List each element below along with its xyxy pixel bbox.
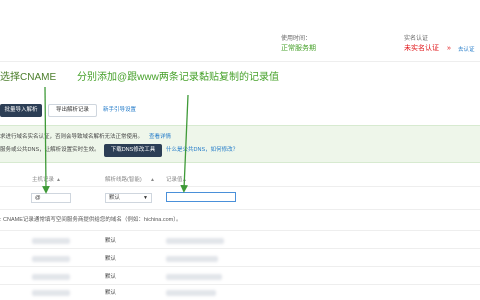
public-dns-link[interactable]: 什么是公共DNS，如何修改？ xyxy=(166,146,238,154)
batch-import-button[interactable]: 批量导入解析 xyxy=(0,104,42,117)
row-line: 默认 xyxy=(105,256,117,262)
download-dns-tool-button[interactable]: 下载DNS修改工具 xyxy=(104,144,162,157)
sort-icon[interactable]: ▲ xyxy=(56,176,61,184)
blurred-value xyxy=(166,256,218,262)
blurred-value xyxy=(166,290,216,296)
col-value-header: 记录值 xyxy=(166,177,183,183)
host-record-input[interactable]: @ xyxy=(31,193,71,203)
sort-icon[interactable]: ▲ xyxy=(182,176,187,184)
row-line: 默认 xyxy=(105,238,117,244)
cname-heading: 选择CNAME xyxy=(0,72,57,83)
line-select[interactable]: 默认 ▼ xyxy=(105,193,152,203)
paste-instruction: 黏贴复制的记录值 xyxy=(199,72,279,83)
blurred-host xyxy=(32,274,70,280)
notice-line-1: 求进行域名实名认证，否则会导致域名解析无法正常使用。 xyxy=(0,134,144,140)
use-time-value: 正常服务期 xyxy=(281,45,316,52)
chevron-down-icon: ▼ xyxy=(143,195,148,201)
blurred-host xyxy=(32,290,70,296)
notice-box xyxy=(0,125,480,163)
real-name-label: 实名认证 xyxy=(404,36,429,42)
blurred-value xyxy=(166,274,222,280)
use-time-label: 使用时间： xyxy=(281,36,312,42)
blurred-host xyxy=(32,256,70,262)
new-guide-link[interactable]: 新手引导设置 xyxy=(103,106,136,114)
go-verify-link[interactable]: 去认证 xyxy=(458,46,475,54)
notice-line-2: 服务或公共DNS，让解析设置实时生效。 xyxy=(0,147,100,153)
row-line: 默认 xyxy=(105,290,117,296)
record-value-input[interactable] xyxy=(166,192,236,202)
real-name-value: 未实名认证 xyxy=(404,45,439,52)
notice-details-link[interactable]: 查看详情 xyxy=(149,133,171,141)
cname-hint: : CNAME记录通常填写空间服务商提供给您的域名（例如：hichina.com… xyxy=(0,217,182,223)
blurred-host xyxy=(32,238,70,244)
export-records-button[interactable]: 导出解析记录 xyxy=(48,104,97,117)
real-name-arrow-icon: » xyxy=(447,45,451,52)
line-select-value: 默认 xyxy=(109,195,121,201)
row-line: 默认 xyxy=(105,274,117,280)
sort-icon[interactable]: ▲ xyxy=(150,176,155,184)
blurred-value xyxy=(166,238,224,244)
cname-instruction: 分别添加@跟www两条记录 xyxy=(77,72,199,83)
col-host-header: 主机记录 xyxy=(32,177,55,183)
col-line-header: 解析线路(智能) xyxy=(105,177,142,183)
